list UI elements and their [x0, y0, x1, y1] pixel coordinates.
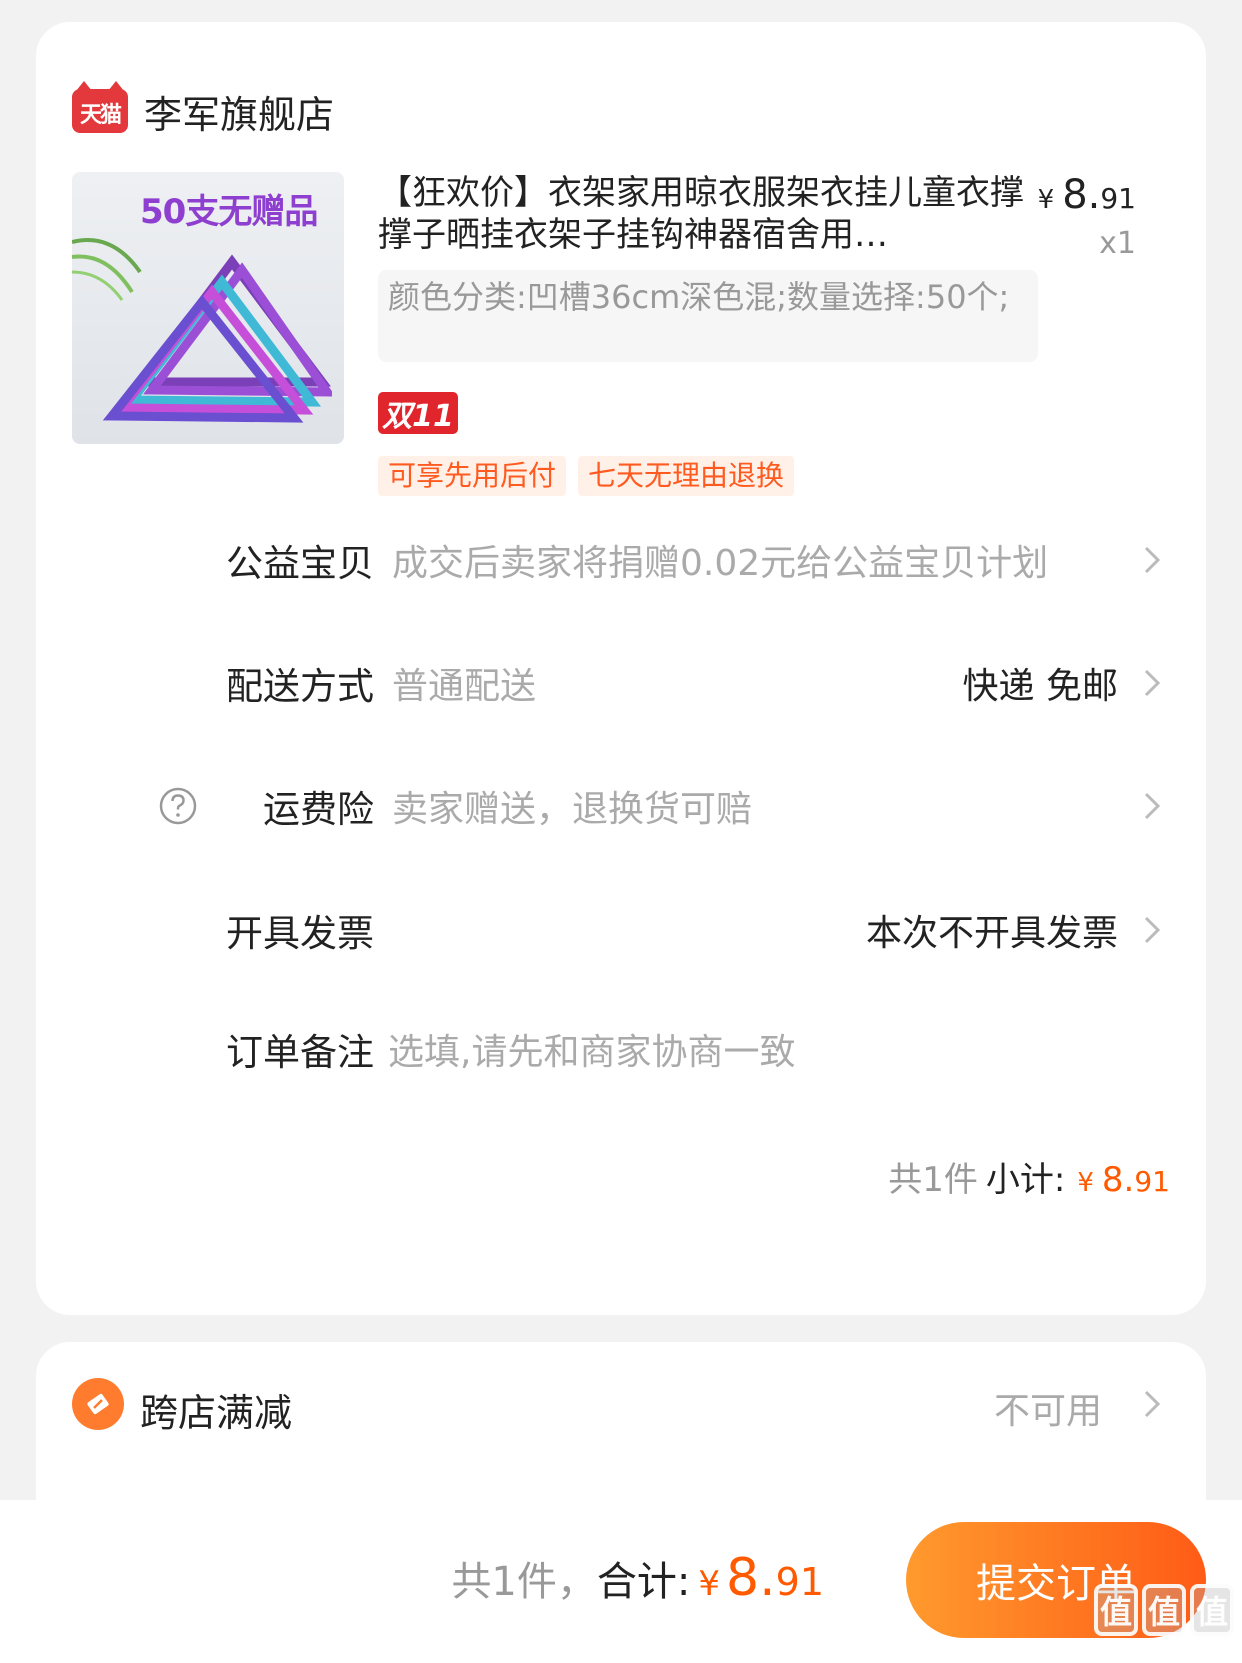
chevron-right-icon: [1144, 792, 1161, 820]
watermark-logo: 值 值 值: [1094, 1584, 1234, 1636]
row-shipping-insurance[interactable]: 运费险 卖家赠送，退换货可赔: [36, 766, 1206, 846]
subtotal-count: 共1件: [888, 1160, 978, 1200]
invoice-label: 开具发票: [226, 912, 374, 955]
coupon-icon: [72, 1378, 124, 1430]
order-total: 共1件，合计: ¥8.91: [451, 1548, 824, 1608]
product-quantity: x1: [1099, 226, 1136, 261]
tag-7day-return: 七天无理由退换: [578, 456, 795, 496]
row-invoice[interactable]: 开具发票 本次不开具发票: [36, 890, 1206, 970]
delivery-method: 快递 免邮: [962, 666, 1118, 707]
tmall-logo: 天猫: [72, 81, 128, 133]
charity-value: 成交后卖家将捐赠0.02元给公益宝贝计划: [392, 543, 1049, 584]
shop-name[interactable]: 李军旗舰店: [144, 84, 334, 139]
chevron-right-icon: [1144, 916, 1161, 944]
tag-pay-later: 可享先用后付: [378, 456, 567, 496]
chevron-right-icon: [1144, 546, 1161, 574]
product-sku[interactable]: 颜色分类:凹槽36cm深色混;数量选择:50个;: [378, 270, 1038, 362]
product-image[interactable]: 50支无赠品: [72, 172, 344, 444]
delivery-label: 配送方式: [226, 665, 374, 708]
insurance-label: 运费险: [263, 788, 374, 831]
cross-store-discount-label: 跨店满减: [140, 1391, 293, 1435]
bottom-checkout-bar: 共1件，合计: ¥8.91 提交订单: [0, 1500, 1242, 1663]
subtotal-label: 小计:: [985, 1160, 1066, 1200]
charity-label: 公益宝贝: [226, 542, 374, 585]
shop-order-card: 天猫 李军旗舰店 50支无赠品 【狂欢价】衣架家用晾衣服架衣挂儿童衣撑撑子晒挂衣…: [36, 22, 1206, 1315]
note-label: 订单备注: [226, 1031, 374, 1074]
order-note-input[interactable]: 选填,请先和商家协商一致: [388, 1023, 795, 1075]
subtotal-amount: ¥8.91: [1077, 1160, 1170, 1200]
row-charity[interactable]: 公益宝贝 成交后卖家将捐赠0.02元给公益宝贝计划: [36, 520, 1206, 600]
invoice-value: 本次不开具发票: [865, 913, 1118, 954]
product-title[interactable]: 【狂欢价】衣架家用晾衣服架衣挂儿童衣撑撑子晒挂衣架子挂钩神器宿舍用…: [378, 172, 1028, 256]
subtotal: 共1件 小计: ¥8.91: [888, 1152, 1170, 1201]
shop-header[interactable]: 天猫 李军旗舰店: [72, 68, 334, 154]
total-count: 共1件，: [451, 1559, 597, 1605]
chevron-right-icon: [1144, 1390, 1161, 1418]
double11-badge: 双11: [378, 392, 458, 434]
watermark-url: zhizhizhi.com: [1103, 1638, 1225, 1657]
cross-store-discount-status: 不可用: [993, 1391, 1102, 1432]
product-image-banner: 50支无赠品: [140, 192, 318, 232]
total-amount: ¥8.91: [698, 1548, 824, 1608]
service-tags: 可享先用后付 七天无理由退换: [378, 456, 795, 496]
delivery-value: 普通配送: [392, 666, 537, 707]
row-cross-store-discount[interactable]: 跨店满减 不可用: [36, 1342, 1206, 1462]
site-watermark: 值 值 值 zhizhizhi.com: [1094, 1584, 1234, 1657]
question-circle-icon[interactable]: [158, 786, 198, 826]
insurance-value: 卖家赠送，退换货可赔: [392, 789, 753, 830]
chevron-right-icon: [1144, 669, 1161, 697]
row-delivery[interactable]: 配送方式 普通配送 快递 免邮: [36, 643, 1206, 723]
row-order-note[interactable]: 订单备注 选填,请先和商家协商一致: [36, 1009, 1206, 1089]
product-price: ¥8.91: [1037, 172, 1136, 218]
hangers-graphic: [102, 254, 332, 423]
total-label: 合计:: [596, 1559, 691, 1605]
